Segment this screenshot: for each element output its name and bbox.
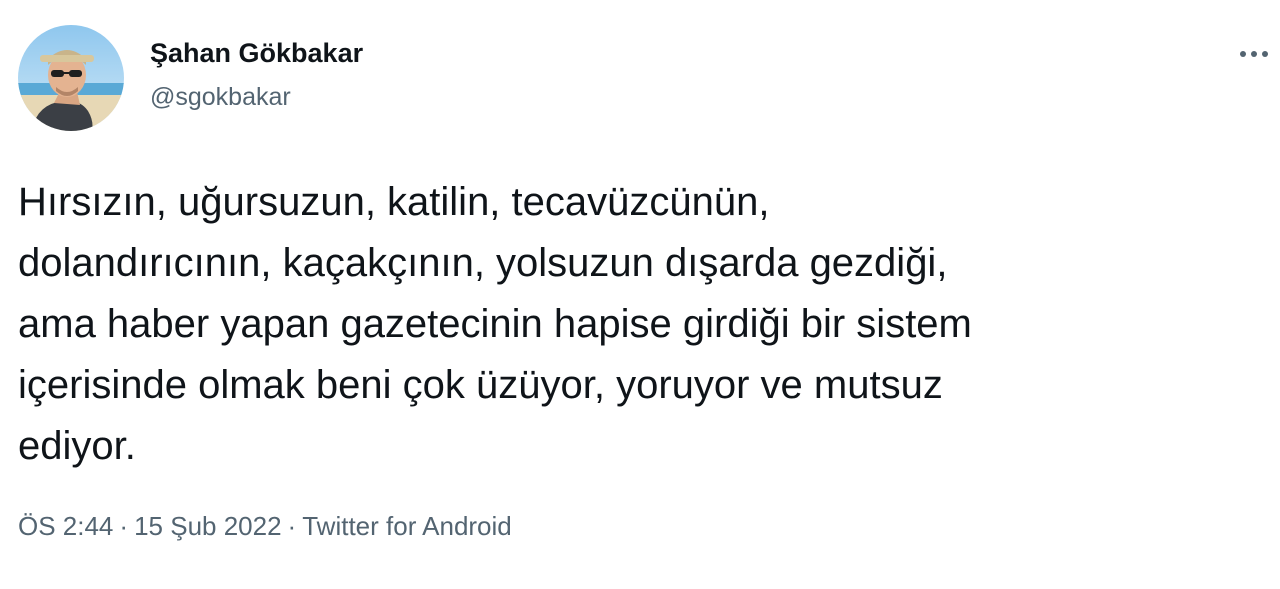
more-horizontal-icon: [1240, 51, 1268, 57]
tweet-time-link[interactable]: ÖS 2:44: [18, 511, 113, 541]
author-avatar[interactable]: [18, 25, 124, 131]
tweet-text-line: ama haber yapan gazetecinin hapise girdi…: [18, 302, 972, 346]
tweet-metadata: ÖS 2:44 · 15 Şub 2022 · Twitter for Android: [18, 511, 512, 542]
tweet-text: Hırsızın, uğursuzun, katilin, tecavüzcün…: [18, 172, 1248, 477]
meta-separator: ·: [119, 511, 129, 541]
more-options-button[interactable]: [1232, 36, 1276, 72]
author-name[interactable]: Şahan Gökbakar: [150, 38, 363, 69]
tweet-card: Şahan Gökbakar @sgokbakar Hırsızın, uğur…: [0, 0, 1280, 589]
tweet-source-link[interactable]: Twitter for Android: [302, 511, 512, 541]
meta-separator: ·: [287, 511, 297, 541]
tweet-text-line: Hırsızın, uğursuzun, katilin, tecavüzcün…: [18, 180, 770, 224]
profile-photo-icon: [18, 25, 124, 131]
tweet-text-line: ediyor.: [18, 424, 136, 468]
tweet-text-line: içerisinde olmak beni çok üzüyor, yoruyo…: [18, 363, 943, 407]
author-handle[interactable]: @sgokbakar: [150, 83, 291, 112]
tweet-text-line: dolandırıcının, kaçakçının, yolsuzun dış…: [18, 241, 948, 285]
tweet-date-link[interactable]: 15 Şub 2022: [134, 511, 281, 541]
